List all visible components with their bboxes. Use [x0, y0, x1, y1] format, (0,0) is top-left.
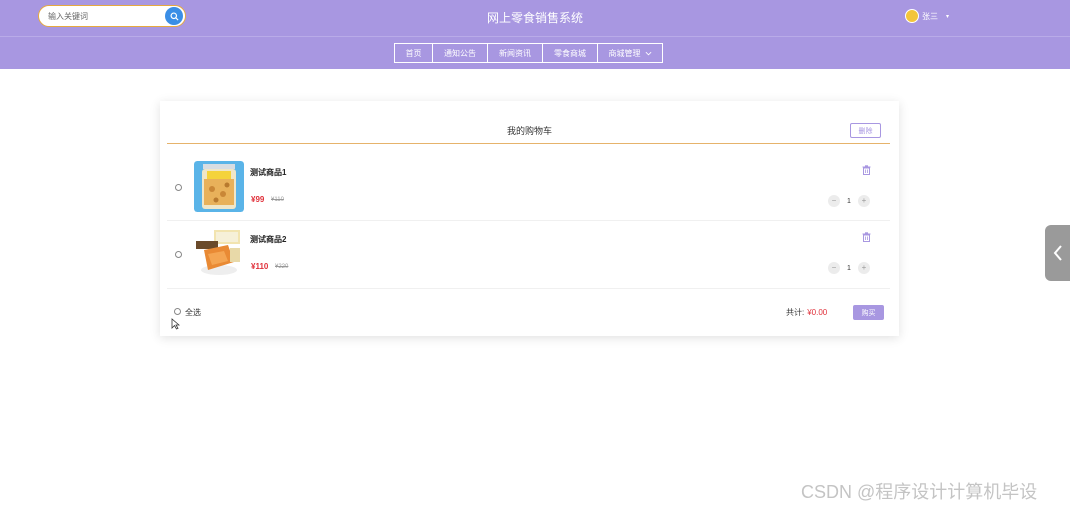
quantity-value: 1	[847, 264, 851, 272]
cart-total: 共计: ¥0.00	[786, 307, 827, 318]
nav-item-notices[interactable]: 通知公告	[432, 43, 488, 63]
mouse-cursor-icon	[171, 318, 180, 330]
chevron-down-icon: ▾	[946, 13, 950, 20]
item-select-radio[interactable]	[175, 251, 182, 258]
trash-icon[interactable]	[862, 165, 871, 175]
product-original-price: ¥110	[271, 197, 284, 203]
title-divider	[167, 143, 890, 144]
product-name: 测试商品2	[250, 235, 287, 244]
username: 张三	[922, 11, 938, 21]
nav-item-label: 商城管理	[608, 48, 641, 58]
row-divider	[167, 220, 890, 221]
watermark: CSDN @程序设计计算机毕设	[801, 482, 1038, 502]
nav-item-home[interactable]: 首页	[394, 43, 433, 63]
increase-button[interactable]: +	[858, 262, 870, 274]
quantity-value: 1	[847, 197, 851, 205]
row-divider	[167, 288, 890, 289]
chevron-left-icon	[1053, 245, 1062, 261]
quantity-stepper: − 1 +	[828, 195, 870, 207]
product-original-price: ¥220	[275, 264, 289, 270]
nav-item-news[interactable]: 新闻资讯	[487, 43, 543, 63]
cart-panel: 我的购物车 删除 测试商品1 ¥99 ¥110 − 1 + 测试商品2 ¥110…	[160, 101, 899, 336]
user-menu[interactable]: 张三 ▾	[905, 9, 949, 23]
cart-item: 测试商品1 ¥99 ¥110 − 1 +	[167, 155, 890, 221]
trash-icon[interactable]	[862, 232, 871, 242]
item-select-radio[interactable]	[175, 184, 182, 191]
nav-item-label: 通知公告	[444, 48, 476, 58]
nav-item-label: 首页	[405, 48, 422, 58]
decrease-button[interactable]: −	[828, 195, 840, 207]
nav-item-label: 零食商城	[554, 48, 586, 58]
product-price: ¥110	[251, 262, 269, 271]
cart-item: 测试商品2 ¥110 ¥220 − 1 +	[167, 222, 890, 288]
product-image	[194, 161, 244, 212]
product-name: 测试商品1	[250, 168, 287, 177]
total-value: ¥0.00	[807, 308, 828, 317]
nav-bar: 首页 通知公告 新闻资讯 零食商城 商城管理	[0, 36, 1070, 69]
buy-button[interactable]: 购买	[853, 305, 884, 320]
main-nav: 首页 通知公告 新闻资讯 零食商城 商城管理	[394, 43, 663, 63]
chevron-down-icon	[645, 51, 651, 55]
cart-title: 我的购物车	[506, 126, 552, 136]
select-all-label: 全选	[185, 308, 201, 317]
product-image	[194, 228, 244, 279]
nav-item-shop[interactable]: 零食商城	[542, 43, 598, 63]
side-collapse-tab[interactable]	[1045, 225, 1070, 281]
increase-button[interactable]: +	[858, 195, 870, 207]
top-header: 网上零食销售系统 张三 ▾	[0, 0, 1070, 36]
product-price: ¥99	[251, 195, 265, 204]
select-all-radio[interactable]	[174, 308, 181, 315]
delete-button[interactable]: 删除	[850, 123, 881, 138]
nav-item-label: 新闻资讯	[499, 48, 531, 58]
total-label: 共计:	[786, 308, 805, 317]
avatar	[905, 9, 919, 23]
nav-item-shop-admin[interactable]: 商城管理	[597, 43, 663, 63]
quantity-stepper: − 1 +	[828, 262, 870, 274]
decrease-button[interactable]: −	[828, 262, 840, 274]
